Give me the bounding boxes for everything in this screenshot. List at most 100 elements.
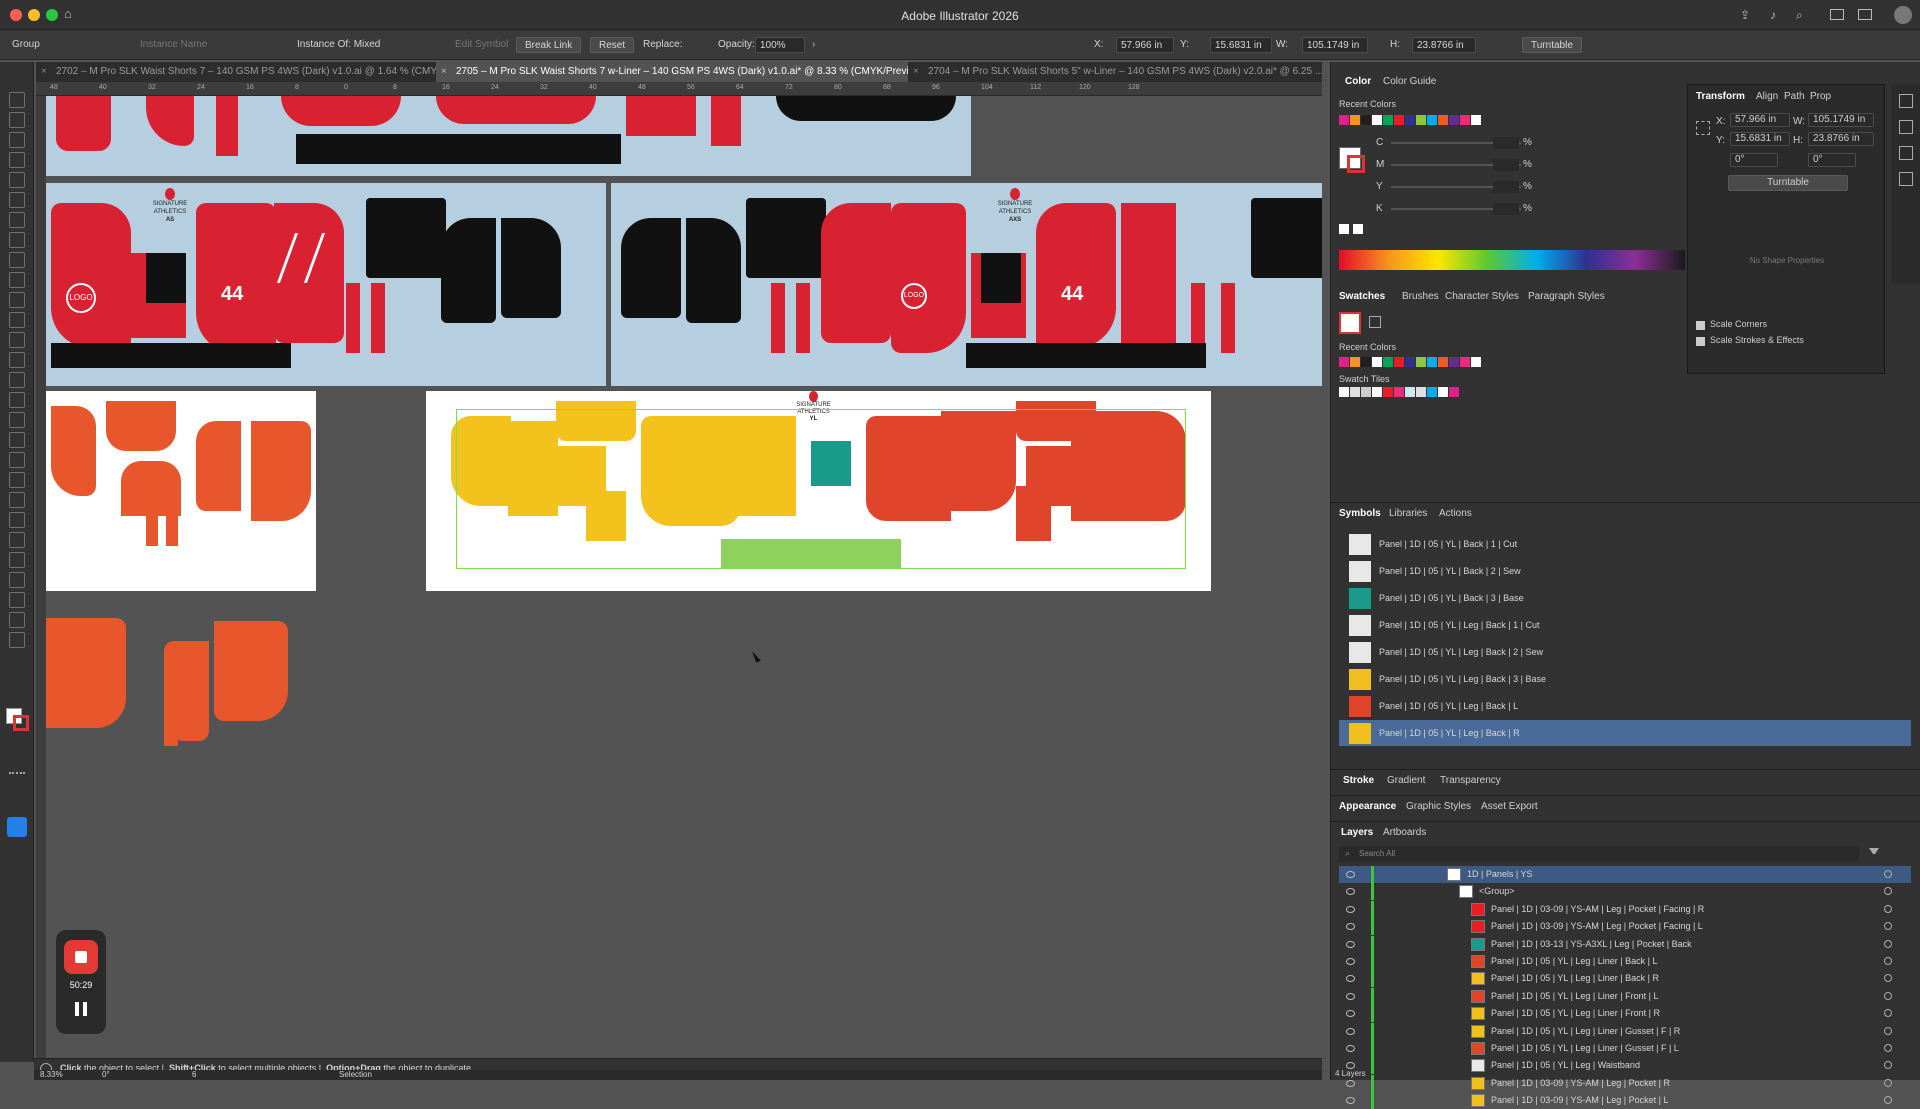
color-swatch[interactable] [1372, 357, 1382, 367]
white-swatch[interactable] [1353, 224, 1363, 234]
swatch-tile[interactable] [1383, 387, 1393, 397]
free-transform-tool-icon[interactable] [9, 392, 25, 408]
layers-icon[interactable] [1899, 146, 1913, 160]
tab-actions[interactable]: Actions [1439, 508, 1472, 519]
filter-icon[interactable] [1869, 848, 1879, 858]
artboards-icon[interactable] [1899, 172, 1913, 186]
visibility-eye-icon[interactable] [1346, 1045, 1355, 1052]
libraries-icon[interactable] [1899, 94, 1913, 108]
turntable-button[interactable]: Turntable [1522, 37, 1582, 53]
color-swatch[interactable] [1394, 115, 1404, 125]
artboard[interactable] [46, 96, 971, 176]
layer-row[interactable]: Panel | 1D | 05 | YL | Leg | Liner | Gus… [1339, 1040, 1911, 1057]
reset-button[interactable]: Reset [590, 37, 635, 53]
scale-strokes-checkbox[interactable] [1696, 337, 1705, 346]
recent-colors-swatches[interactable] [1339, 115, 1482, 125]
visibility-eye-icon[interactable] [1346, 871, 1355, 878]
layer-row[interactable]: 1D | Panels | YS [1339, 866, 1911, 883]
slice-tool-icon[interactable] [9, 592, 25, 608]
swatch-tile[interactable] [1427, 387, 1437, 397]
layer-row[interactable]: Panel | 1D | 03-09 | YS-AM | Leg | Pocke… [1339, 900, 1911, 918]
layer-row[interactable]: Panel | 1D | 03-09 | YS-AM | Leg | Pocke… [1339, 1074, 1911, 1092]
rectangle-tool-icon[interactable] [9, 252, 25, 268]
visibility-eye-icon[interactable] [1346, 1097, 1355, 1105]
color-spectrum[interactable] [1339, 250, 1685, 270]
visibility-eye-icon[interactable] [1346, 888, 1355, 896]
color-swatch[interactable] [1383, 115, 1393, 125]
scale-tool-icon[interactable] [9, 352, 25, 368]
rotate-input[interactable]: 0° [1730, 153, 1778, 167]
tp-w-input[interactable]: 105.1749 in [1808, 113, 1874, 127]
color-swatch[interactable] [1394, 357, 1404, 367]
symbol-item[interactable]: Panel | 1D | 05 | YL | Leg | Back | L [1339, 693, 1911, 719]
symbol-item[interactable]: Panel | 1D | 05 | YL | Back | 3 | Base [1339, 585, 1911, 611]
artboard[interactable] [46, 391, 316, 591]
eyedropper-tool-icon[interactable] [9, 492, 25, 508]
pause-recording-button[interactable] [75, 1002, 87, 1016]
tp-h-input[interactable]: 23.8766 in [1808, 132, 1874, 146]
target-icon[interactable] [1884, 922, 1892, 931]
gradient-tool-icon[interactable] [9, 472, 25, 488]
visibility-eye-icon[interactable] [1346, 958, 1355, 965]
color-swatch[interactable] [1339, 115, 1349, 125]
tab-asset-export[interactable]: Asset Export [1481, 801, 1538, 812]
target-icon[interactable] [1884, 1026, 1892, 1035]
document-tab[interactable]: × 2704 – M Pro SLK Waist Shorts 5" w-Line… [908, 62, 1322, 82]
layer-row[interactable]: Panel | 1D | 05 | YL | Leg | Liner | Fro… [1339, 987, 1911, 1005]
more-tools-icon[interactable] [9, 772, 25, 776]
lasso-tool-icon[interactable] [9, 152, 25, 168]
curvature-tool-icon[interactable] [9, 192, 25, 208]
target-icon[interactable] [1884, 870, 1892, 878]
color-swatch[interactable] [1471, 115, 1481, 125]
layer-row[interactable]: Panel | 1D | 03-09 | YS-AM | Leg | Pocke… [1339, 918, 1911, 936]
layer-row[interactable]: Panel | 1D | 05 | YL | Leg | Liner | Gus… [1339, 1022, 1911, 1040]
graph-tool-icon[interactable] [9, 552, 25, 568]
color-swatch[interactable] [1427, 357, 1437, 367]
loose-panel[interactable] [46, 618, 126, 728]
tp-y-input[interactable]: 15.6831 in [1730, 132, 1790, 146]
color-swatch[interactable] [1438, 357, 1448, 367]
opacity-input[interactable]: 100% [755, 37, 805, 53]
symbol-item[interactable]: Panel | 1D | 05 | YL | Back | 1 | Cut [1339, 531, 1911, 557]
color-swatch[interactable] [1438, 115, 1448, 125]
loose-panel[interactable] [214, 621, 288, 721]
recent-colors-swatches[interactable] [1339, 357, 1482, 367]
document-tab-active[interactable]: × 2705 – M Pro SLK Waist Shorts 7 w-Liner… [436, 62, 908, 82]
swatch-tile[interactable] [1416, 387, 1426, 397]
symbol-item[interactable]: Panel | 1D | 05 | YL | Back | 2 | Sew [1339, 558, 1911, 584]
artboard[interactable]: LOGO SIGNATURE ATHLETICS AS 44 [46, 183, 606, 386]
stroke-swatch-icon[interactable] [13, 715, 29, 731]
visibility-eye-icon[interactable] [1346, 992, 1355, 1000]
tab-brushes[interactable]: Brushes [1402, 291, 1439, 302]
visibility-eye-icon[interactable] [1346, 1027, 1355, 1035]
loose-panel[interactable] [164, 696, 178, 746]
symbol-item[interactable]: Panel | 1D | 05 | YL | Leg | Back | 1 | … [1339, 612, 1911, 638]
target-icon[interactable] [1884, 957, 1892, 965]
target-icon[interactable] [1884, 991, 1892, 1000]
c-input[interactable] [1493, 137, 1519, 149]
blend-tool-icon[interactable] [9, 512, 25, 528]
break-link-button[interactable]: Break Link [516, 37, 582, 53]
tab-stroke[interactable]: Stroke [1343, 775, 1374, 786]
h-input[interactable]: 23.8766 in [1412, 37, 1476, 53]
layer-row[interactable]: Panel | 1D | 03-13 | YS-A3XL | Leg | Poc… [1339, 935, 1911, 953]
tab-character-styles[interactable]: Character Styles [1445, 291, 1519, 302]
color-swatch[interactable] [1361, 357, 1371, 367]
k-input[interactable] [1493, 203, 1519, 215]
tab-graphic-styles[interactable]: Graphic Styles [1406, 801, 1471, 812]
color-swatch[interactable] [1460, 357, 1470, 367]
color-swatch[interactable] [1416, 115, 1426, 125]
tab-gradient[interactable]: Gradient [1387, 775, 1425, 786]
symbol-item[interactable]: Panel | 1D | 05 | YL | Leg | Back | R [1339, 720, 1911, 746]
swatch-tiles[interactable] [1339, 387, 1460, 397]
target-icon[interactable] [1884, 904, 1892, 913]
current-tool[interactable]: Selection [339, 1070, 372, 1079]
chevron-right-icon[interactable]: › [812, 37, 815, 53]
color-swatch[interactable] [1405, 115, 1415, 125]
zoom-level[interactable]: 8.33% [40, 1070, 63, 1079]
tab-swatches[interactable]: Swatches [1339, 291, 1385, 302]
y-input[interactable] [1493, 181, 1519, 193]
color-swatch[interactable] [1361, 115, 1371, 125]
layers-search-input[interactable]: ⌕ Search All [1339, 846, 1859, 862]
document-tab[interactable]: × 2702 – M Pro SLK Waist Shorts 7 – 140 G… [36, 62, 436, 82]
